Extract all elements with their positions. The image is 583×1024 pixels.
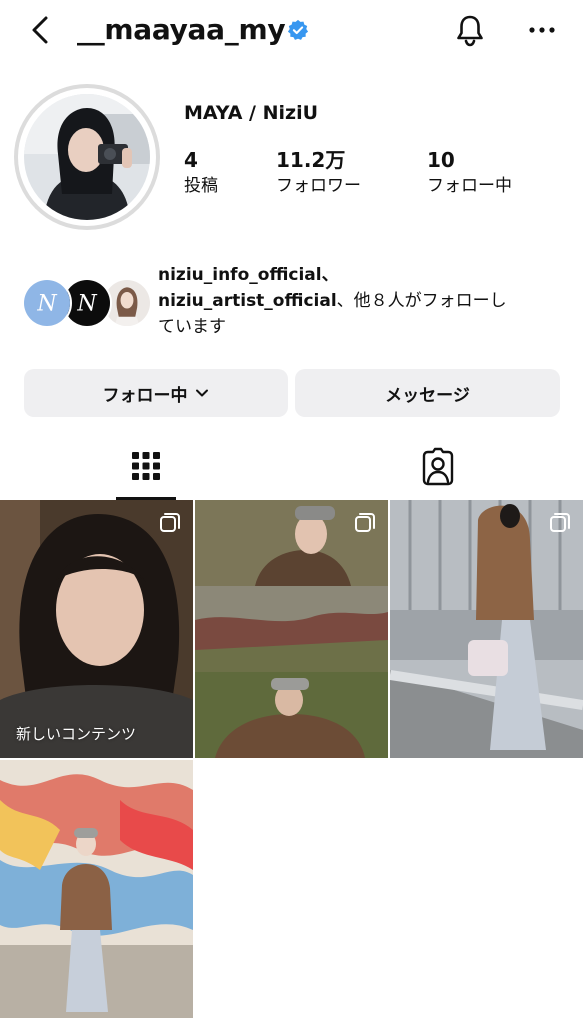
carousel-icon — [550, 513, 570, 532]
back-chevron-icon[interactable] — [24, 10, 60, 50]
stat-value: 11.2万 — [276, 148, 346, 172]
profile-avatar — [24, 94, 150, 220]
post-image — [0, 500, 193, 758]
post-image — [195, 500, 388, 758]
carousel-icon — [355, 513, 375, 532]
bell-icon[interactable] — [452, 10, 488, 50]
stat-label: フォロー中 — [427, 176, 512, 196]
profile-header: __maayaa_my — [0, 0, 583, 64]
post-tile[interactable] — [195, 500, 388, 758]
stat-label: 投稿 — [184, 176, 218, 196]
display-name: MAYA / NiziU — [184, 102, 319, 124]
carousel-icon — [160, 513, 180, 532]
following-button-label: フォロー中 — [102, 385, 188, 406]
message-button[interactable]: メッセージ — [295, 369, 560, 417]
followed-by-avatars[interactable]: N N — [22, 278, 152, 328]
svg-text:N: N — [36, 291, 57, 316]
profile-page: __maayaa_my MAYA / NiziU 4 投稿 11.2万 フォロワ… — [0, 0, 583, 1024]
follower-avatar-niziu-info: N — [22, 278, 72, 328]
post-tile[interactable] — [390, 500, 583, 758]
post-tile[interactable]: 新しいコンテンツ — [0, 500, 193, 758]
following-button[interactable]: フォロー中 — [24, 369, 288, 417]
stat-value: 10 — [427, 148, 455, 172]
followed-by-suffix: ています — [158, 317, 226, 337]
chevron-down-icon — [195, 389, 208, 397]
post-image — [390, 500, 583, 758]
verified-badge-icon — [287, 19, 309, 40]
new-content-label: 新しいコンテンツ — [16, 725, 137, 743]
story-ring[interactable] — [14, 84, 160, 230]
more-icon[interactable] — [524, 12, 560, 48]
tagged-person-icon[interactable] — [408, 440, 468, 498]
followed-by-account-1[interactable]: niziu_info_official、 — [158, 265, 339, 285]
post-tile[interactable] — [0, 760, 193, 1018]
followed-by-text[interactable]: niziu_info_official、 niziu_artist_offici… — [158, 262, 568, 340]
stat-posts[interactable]: 4 投稿 — [184, 146, 218, 198]
stat-followers[interactable]: 11.2万 フォロワー — [276, 146, 361, 198]
stat-label: フォロワー — [276, 176, 361, 196]
svg-text:N: N — [76, 291, 97, 316]
grid-icon[interactable] — [116, 440, 176, 498]
stat-value: 4 — [184, 148, 198, 172]
post-image — [0, 760, 193, 1018]
followed-by-account-2[interactable]: niziu_artist_official — [158, 291, 337, 311]
stat-following[interactable]: 10 フォロー中 — [427, 146, 512, 198]
followed-by-others: 、他８人がフォローし — [336, 291, 507, 311]
profile-username: __maayaa_my — [77, 13, 286, 46]
message-button-label: メッセージ — [385, 385, 470, 406]
